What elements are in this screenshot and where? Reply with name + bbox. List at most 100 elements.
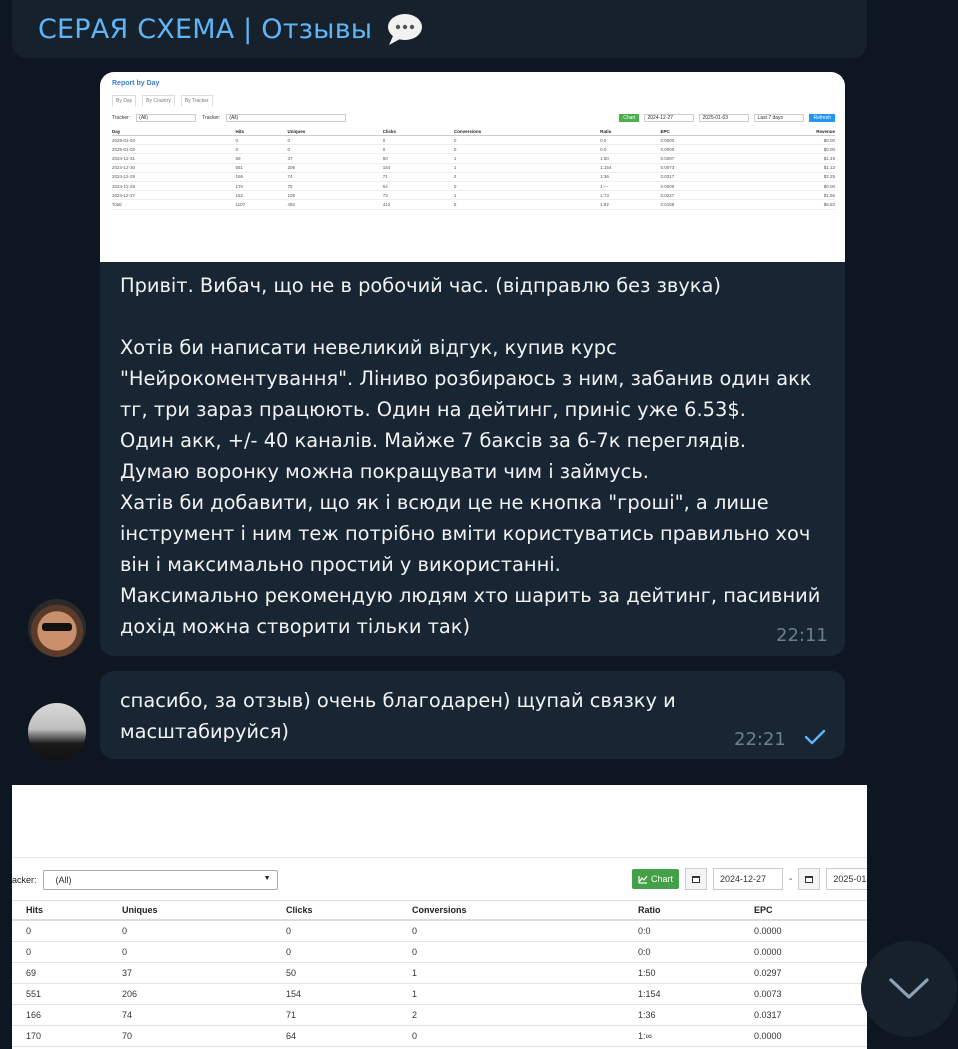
message-bubble[interactable]: Report by Day By Day By Country By Track… <box>100 72 845 656</box>
calendar-icon <box>685 868 708 890</box>
table-cell: 2024-12-31 <box>112 153 236 164</box>
table-cell: 1:82 <box>600 199 661 210</box>
table-cell: $1.66 <box>734 190 835 201</box>
table-cell: 0.0000 <box>740 920 867 942</box>
table-cell: 0 <box>453 144 601 155</box>
table-row: 551 206 154 1 1:154 0.0073 <box>12 983 867 1005</box>
table-cell: $6.53 <box>734 199 835 210</box>
table-cell: 105 <box>287 190 383 201</box>
table-cell: 0.0 <box>600 144 661 155</box>
table-cell: 71 <box>382 172 454 182</box>
table-row: 2024-12-27 152 105 73 1 1:73 0.0227 $1.66 <box>112 190 835 201</box>
chat-header[interactable]: СЕРАЯ СХЕМА | Отзывы <box>12 0 867 58</box>
chart-button: Chart <box>632 869 680 889</box>
table-cell: 0.0000 <box>660 181 735 192</box>
column-header: Conversions <box>453 128 601 136</box>
table-cell: 0.0073 <box>740 983 867 1005</box>
table-row: Total 1107 492 412 5 1:82 0.0158 $6.53 <box>112 199 835 210</box>
table-cell: 166 <box>12 1004 108 1026</box>
message-text: спасибо, за отзыв) очень благодарен) щуп… <box>120 689 682 743</box>
filter-value: (All) <box>55 875 72 885</box>
table-cell: 0 <box>382 144 454 155</box>
table-cell: 0 <box>12 941 108 963</box>
table-cell: 2024-12-27 <box>112 190 236 201</box>
table-cell: 1:36 <box>600 172 661 182</box>
table-cell: 64 <box>382 181 454 192</box>
table-cell: 0.0073 <box>660 163 735 173</box>
table-cell: 37 <box>108 962 272 984</box>
table-cell: 0 <box>382 135 454 146</box>
message-bubble[interactable]: спасибо, за отзыв) очень благодарен) щуп… <box>100 671 845 759</box>
filter-select: (All) <box>136 114 197 122</box>
table-cell: 154 <box>272 983 398 1005</box>
table-cell: 73 <box>382 190 454 201</box>
column-header: Uniques <box>287 128 383 136</box>
table-cell: 551 <box>235 163 288 173</box>
table-cell: 69 <box>12 962 108 984</box>
table-cell: $2.25 <box>734 172 835 182</box>
avatar[interactable] <box>28 599 86 657</box>
report-tab: By Country <box>142 95 175 106</box>
table-cell: $0.00 <box>734 144 835 155</box>
filter-label: Tracker: <box>112 115 131 121</box>
table-cell: 0 <box>287 135 383 146</box>
table-cell: 2025-01-02 <box>112 144 236 155</box>
background-strip <box>867 0 958 1049</box>
calendar-icon <box>798 868 821 890</box>
table-row: 2024-12-28 170 70 64 0 1:— 0.0000 $0.00 <box>112 181 835 192</box>
table-cell: 2 <box>453 172 601 182</box>
table-row: 0 0 0 0 0:0 0.0000 <box>12 920 867 942</box>
table-cell: 5 <box>453 199 601 210</box>
table-cell: 0 <box>287 144 383 155</box>
table-row: 2025-01-03 0 0 0 0 0.0 0.0000 $0.00 <box>112 135 835 146</box>
table-cell: 412 <box>382 199 454 210</box>
table-cell: 206 <box>108 983 272 1005</box>
column-header: Clicks <box>272 900 398 921</box>
column-header: Clicks <box>382 128 454 136</box>
table-cell: 1:50 <box>600 153 661 164</box>
date-to: 2025-01- <box>826 868 867 890</box>
report-tab: By Tracker <box>180 95 213 106</box>
table-cell: $0.00 <box>734 181 835 192</box>
column-header: Ratio <box>600 128 661 136</box>
table-cell: 0.0000 <box>740 1025 867 1047</box>
table-cell: 0 <box>12 920 108 942</box>
avatar[interactable] <box>28 703 86 761</box>
table-row: 0 0 0 0 0:0 0.0000 <box>12 941 867 963</box>
column-header: Conversions <box>398 900 624 921</box>
table-cell: 0.0000 <box>660 144 735 155</box>
table-cell: 50 <box>382 153 454 164</box>
table-cell: 1:154 <box>624 983 740 1005</box>
report-screenshot-image[interactable]: Report by Day By Day By Country By Track… <box>100 72 845 262</box>
table-cell: 0.0000 <box>660 135 735 146</box>
table-cell: 69 <box>235 153 288 164</box>
table-cell: 1 <box>453 190 601 201</box>
table-cell: 1 <box>453 153 601 164</box>
table-cell: $0.00 <box>734 135 835 146</box>
date-from: 2024-12-27 <box>713 868 784 890</box>
report-screenshot-image[interactable]: acker: (All) ▼ Chart 2024-12-27 - 2025-0… <box>12 785 867 1049</box>
table-row: 166 74 71 2 1:36 0.0317 <box>12 1004 867 1026</box>
table-cell: $1.49 <box>734 153 835 164</box>
table-cell: 492 <box>287 199 383 210</box>
table-cell: 0.0000 <box>740 941 867 963</box>
table-cell: 170 <box>12 1025 108 1047</box>
table-cell: 1107 <box>235 199 288 210</box>
table-cell: 0:0 <box>624 920 740 942</box>
message-time: 22:21 <box>734 729 786 750</box>
table-cell: 0 <box>235 144 288 155</box>
table-cell: 0 <box>453 135 601 146</box>
table-cell: 2025-01-03 <box>112 135 236 146</box>
table-cell: 154 <box>382 163 454 173</box>
column-header: EPC <box>740 900 867 921</box>
table-row: 2024-12-30 551 206 154 1 1:154 0.0073 $1.13 <box>112 163 835 173</box>
table-cell: 1:∞ <box>624 1025 740 1047</box>
table-cell: 1 <box>453 163 601 173</box>
scroll-down-button[interactable] <box>861 941 957 1037</box>
table-cell: 0 <box>398 920 624 942</box>
message-text: Привіт. Вибач, що не в робочий час. (від… <box>120 274 821 638</box>
table-cell: 0.0317 <box>660 172 735 182</box>
table-cell: 0 <box>272 941 398 963</box>
filter-select: (All) <box>226 114 347 122</box>
report-table: Hits Uniques Clicks Conversions Ratio EPC 000… <box>12 900 867 1047</box>
